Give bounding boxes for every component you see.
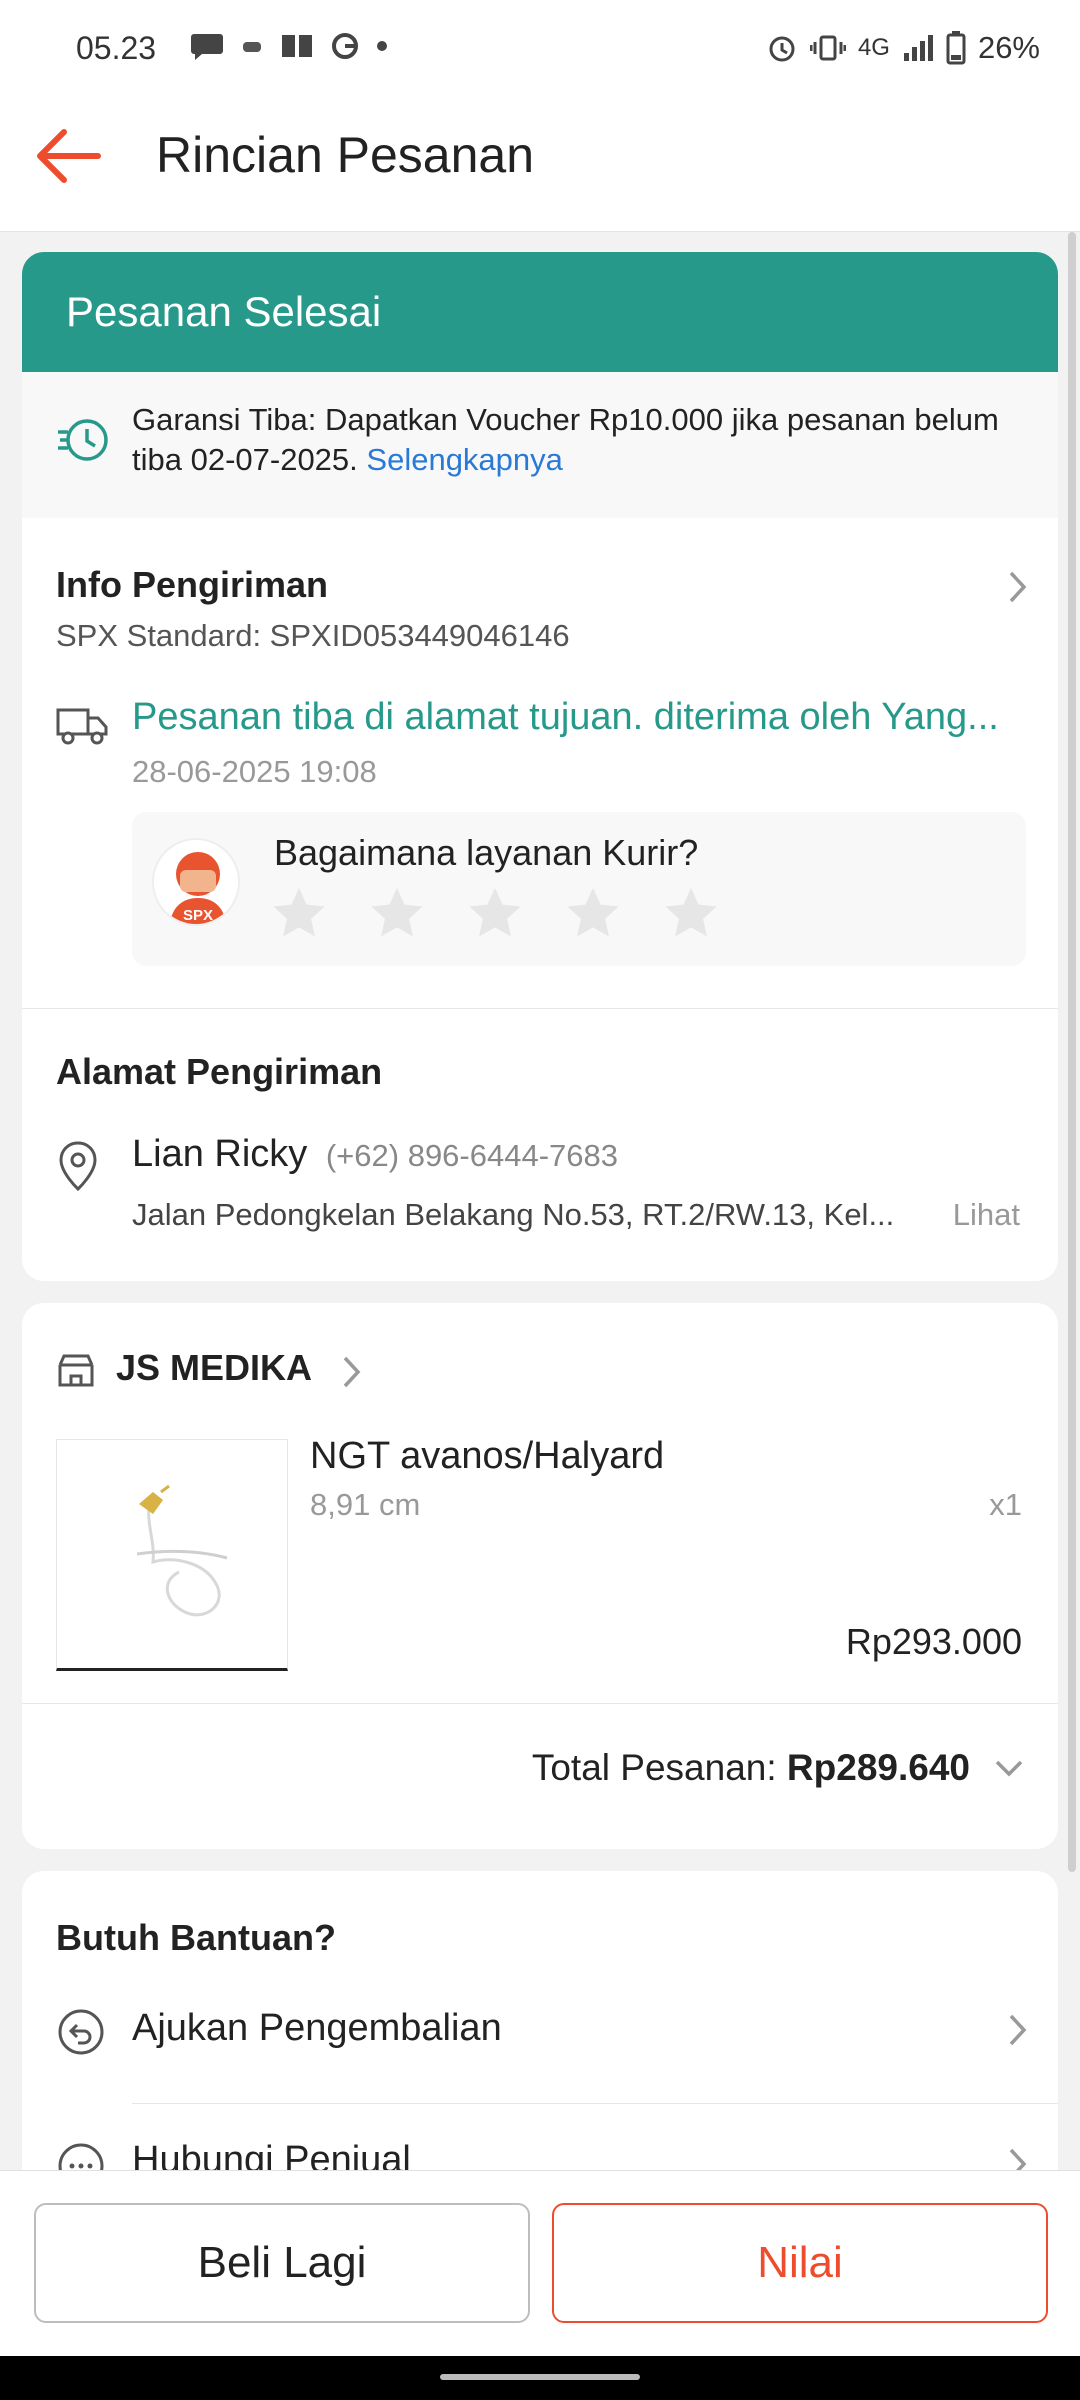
order-status-banner: Pesanan Selesai [22,252,1058,372]
product-name[interactable]: NGT avanos/Halyard [310,1435,664,1478]
tracking-time: 28-06-2025 19:08 [132,754,377,789]
bottom-action-bar: Beli Lagi Nilai [0,2170,1080,2356]
order-divider [22,1703,1058,1704]
shipping-info-section[interactable]: Info Pengiriman SPX Standard: SPXID05344… [22,518,1058,1008]
tracking-status[interactable]: Pesanan tiba di alamat tujuan. diterima … [132,696,1032,739]
page-title: Rincian Pesanan [156,127,535,183]
buy-again-button[interactable]: Beli Lagi [34,2203,530,2323]
star-3-icon[interactable] [468,886,522,938]
view-address-link[interactable]: Lihat [953,1197,1020,1233]
notification-icons [190,30,388,62]
game-notification-icon [243,42,261,52]
system-icons: 4G 26% [766,30,1040,66]
recipient-phone: (+62) 896-6444-7683 [325,1138,618,1173]
help-divider [132,2103,1058,2104]
star-5-icon[interactable] [664,886,718,938]
help-section: Butuh Bantuan? Ajukan Pengembalian Hubun… [22,1871,1058,2211]
star-1-icon[interactable] [272,886,326,938]
help-heading: Butuh Bantuan? [56,1917,336,1958]
shipping-address-section: Alamat Pengiriman Lian Ricky (+62) 896-6… [22,1009,1058,1281]
star-4-icon[interactable] [566,886,620,938]
courier-avatar: SPX [152,838,240,926]
scrollbar[interactable] [1068,232,1076,1872]
courier-rating-box: SPX Bagaimana layanan Kurir? [132,812,1026,966]
guarantee-text: Garansi Tiba: Dapatkan Voucher Rp10.000 … [132,402,999,477]
recipient-name: Lian Ricky [132,1133,308,1175]
status-bar: 05.23 4G 26% [0,0,1080,100]
location-pin-icon [59,1141,97,1191]
battery-level: 26% [977,30,1040,65]
system-nav-bar [0,2356,1080,2400]
home-gesture-handle[interactable] [440,2374,640,2380]
star-2-icon[interactable] [370,886,424,938]
product-quantity: x1 [989,1487,1022,1522]
recipient: Lian Ricky (+62) 896-6444-7683 [132,1133,618,1176]
chevron-down-icon[interactable] [994,1759,1024,1779]
book-notification-icon [282,35,312,57]
status-time: 05.23 [76,30,157,66]
order-items-section: JS MEDIKA NGT avanos/Halyard 8,91 cm x1 … [22,1303,1058,1849]
chat-notification-icon [191,34,223,60]
guarantee-more-link[interactable]: Selengkapnya [366,442,563,477]
chevron-right-icon[interactable] [1008,2013,1028,2047]
vibrate-icon [809,35,846,61]
order-detail-content: Pesanan Selesai Garansi Tiba: Dapatkan V… [22,252,1058,2211]
google-notification-icon [332,33,358,59]
truck-icon [56,708,108,745]
order-total[interactable]: Total Pesanan: Rp289.640 [532,1747,970,1789]
courier-rating-stars[interactable] [272,886,718,938]
product-price: Rp293.000 [845,1621,1022,1662]
back-arrow-icon [37,129,101,183]
return-icon [58,2009,104,2055]
shop-chevron-icon[interactable] [342,1355,362,1389]
chevron-right-icon[interactable] [1008,570,1028,604]
shop-name[interactable]: JS MEDIKA [116,1347,312,1389]
spx-courier-logo: SPX [170,852,226,924]
product-variant: 8,91 cm [310,1487,421,1522]
guarantee-text-block: Garansi Tiba: Dapatkan Voucher Rp10.000 … [132,400,1012,480]
address-heading: Alamat Pengiriman [56,1051,383,1092]
delivery-guarantee-banner[interactable]: Garansi Tiba: Dapatkan Voucher Rp10.000 … [22,372,1058,518]
order-total-label: Total Pesanan: [531,1747,777,1788]
network-type: 4G [857,34,890,61]
shipping-info-heading: Info Pengiriman [56,564,329,605]
order-status-label: Pesanan Selesai [66,288,382,335]
address-line: Jalan Pedongkelan Belakang No.53, RT.2/R… [132,1197,895,1232]
return-request-item[interactable]: Ajukan Pengembalian [132,2007,502,2050]
clock-delivery-icon [58,419,108,461]
product-thumbnail[interactable] [56,1439,288,1671]
signal-icon [903,35,933,61]
order-total-value: Rp289.640 [786,1747,970,1788]
shipping-service: SPX Standard: SPXID053449046146 [56,618,570,653]
battery-icon [946,31,966,65]
back-button[interactable] [36,126,106,186]
app-bar: Rincian Pesanan [0,100,1080,232]
shop-icon [58,1354,94,1387]
ngt-tube-image [136,1484,228,1617]
alarm-icon [769,36,795,62]
spx-logo-text: SPX [183,907,213,924]
courier-rating-question: Bagaimana layanan Kurir? [274,832,699,873]
rate-button[interactable]: Nilai [552,2203,1048,2323]
more-notifications-icon [377,41,387,51]
